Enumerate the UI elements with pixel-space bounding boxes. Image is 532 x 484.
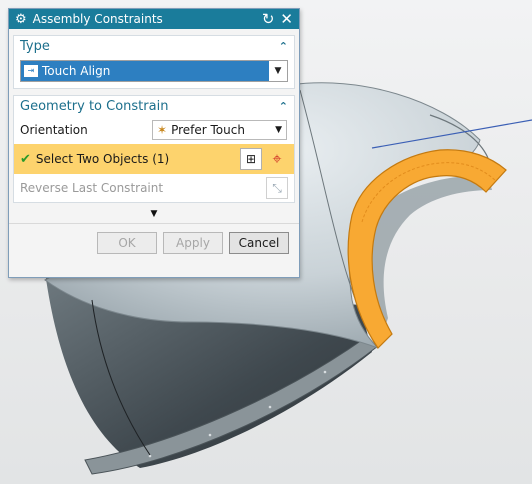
gear-icon[interactable]: ⚙	[15, 12, 27, 27]
type-section-header[interactable]: Type ⌃	[14, 36, 294, 56]
reverse-row: Reverse Last Constraint ⤡	[14, 174, 294, 202]
collapse-chevron-icon[interactable]: ⌃	[279, 40, 288, 53]
select-objects-label: Select Two Objects (1)	[35, 152, 170, 166]
orientation-value: Prefer Touch	[171, 123, 245, 137]
ok-button[interactable]: OK	[97, 232, 157, 254]
reset-icon[interactable]: ↻	[262, 11, 275, 27]
geometry-section-header[interactable]: Geometry to Constrain ⌃	[14, 96, 294, 116]
collapse-chevron-icon[interactable]: ⌃	[279, 100, 288, 113]
more-options-expander[interactable]: ▼	[9, 207, 299, 221]
type-heading: Type	[20, 38, 50, 54]
reverse-button[interactable]: ⤡	[266, 177, 288, 199]
type-section: Type ⌃ ⇥ Touch Align ▼	[13, 35, 295, 89]
point-plus-icon: ⊞	[245, 152, 257, 166]
touch-align-icon: ⇥	[24, 65, 38, 77]
reverse-icon: ⤡	[272, 180, 282, 195]
cancel-button[interactable]: Cancel	[229, 232, 289, 254]
checkmark-icon: ✔	[20, 151, 31, 167]
geometry-section: Geometry to Constrain ⌃ Orientation ✶ Pr…	[13, 95, 295, 203]
dropdown-arrow-icon[interactable]: ▼	[269, 61, 287, 81]
close-icon[interactable]: ✕	[280, 11, 293, 27]
prefer-touch-icon: ✶	[157, 123, 168, 137]
dialog-title-bar[interactable]: ⚙ Assembly Constraints ↻ ✕	[9, 9, 299, 29]
point-dialog-button[interactable]: ⊞	[240, 148, 262, 170]
orientation-row: Orientation ✶ Prefer Touch ▼	[14, 116, 294, 144]
assembly-constraints-dialog: ⚙ Assembly Constraints ↻ ✕ Type ⌃ ⇥ Touc…	[8, 8, 300, 278]
crosshair-icon: ⌖	[272, 149, 282, 168]
constraint-type-value: Touch Align	[42, 64, 111, 78]
dialog-title: Assembly Constraints	[32, 12, 163, 26]
expand-arrow-icon[interactable]: ▼	[151, 209, 158, 219]
dialog-footer: OK Apply Cancel	[9, 223, 299, 262]
apply-button[interactable]: Apply	[163, 232, 223, 254]
orientation-label: Orientation	[20, 123, 88, 137]
geometry-heading: Geometry to Constrain	[20, 98, 169, 114]
constraint-type-select[interactable]: ⇥ Touch Align ▼	[20, 60, 288, 82]
reverse-label: Reverse Last Constraint	[20, 181, 164, 195]
select-objects-row[interactable]: ✔ Select Two Objects (1) ⊞ ⌖	[14, 144, 294, 174]
crosshair-button[interactable]: ⌖	[266, 148, 288, 170]
orientation-select[interactable]: ✶ Prefer Touch ▼	[152, 120, 287, 140]
dropdown-arrow-icon[interactable]: ▼	[275, 125, 282, 135]
